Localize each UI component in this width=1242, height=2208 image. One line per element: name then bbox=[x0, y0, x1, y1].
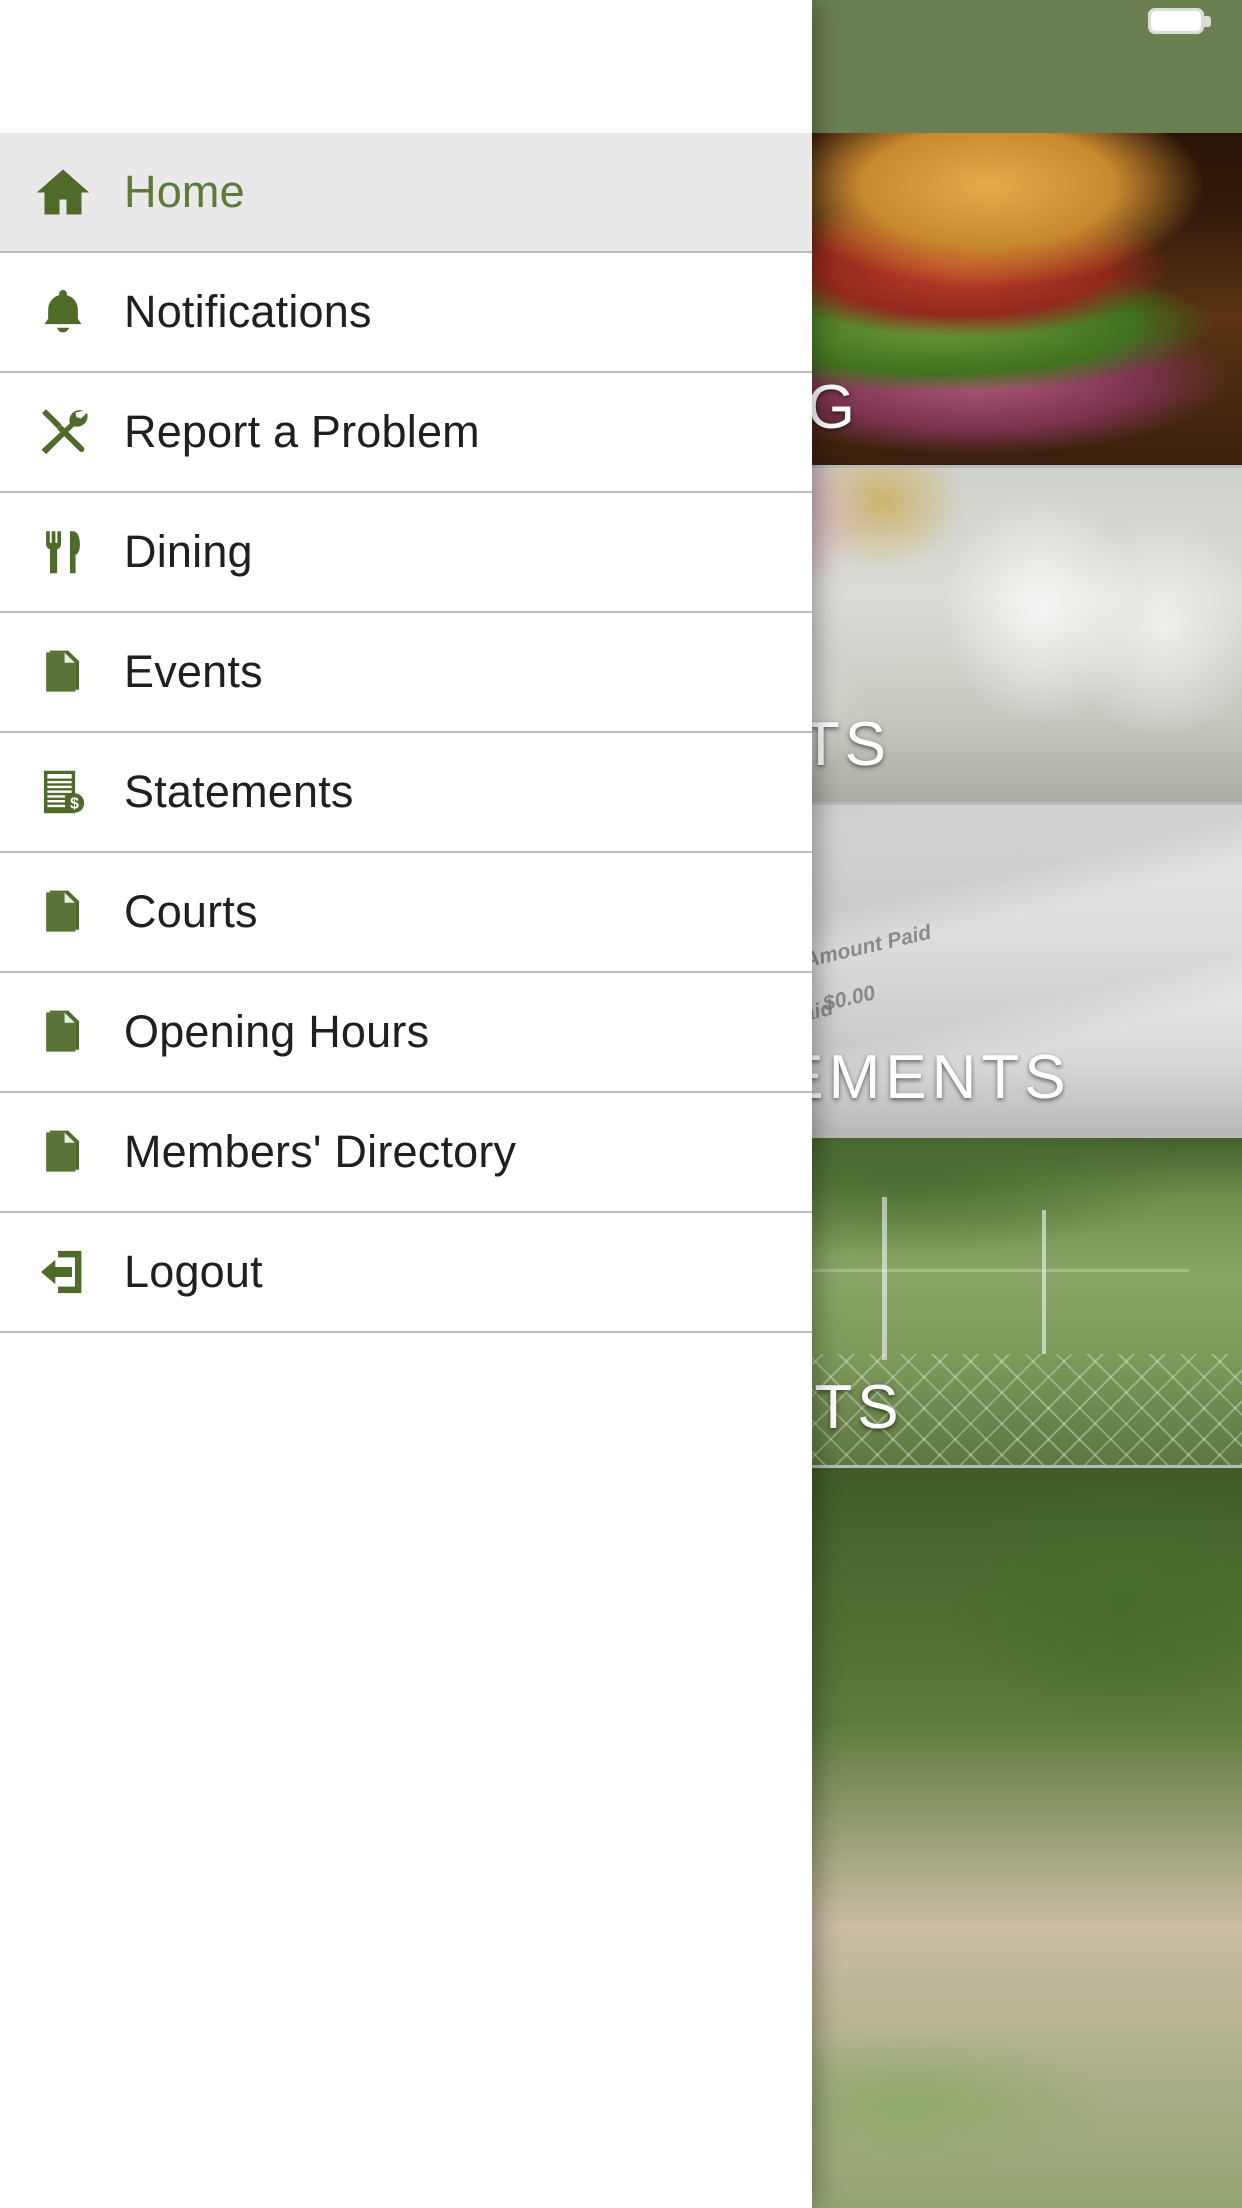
sidebar-item-label: Opening Hours bbox=[124, 1006, 430, 1057]
sidebar-item-label: Report a Problem bbox=[124, 406, 480, 457]
sidebar-item-opening-hours[interactable]: Opening Hours bbox=[0, 973, 812, 1093]
invoice-icon: $ bbox=[30, 759, 96, 825]
drawer-top-spacer bbox=[0, 0, 812, 133]
sidebar-item-label: Dining bbox=[124, 526, 253, 577]
svg-text:$: $ bbox=[70, 794, 79, 812]
cutlery-icon bbox=[30, 519, 96, 585]
sidebar-item-events[interactable]: Events bbox=[0, 613, 812, 733]
sidebar-item-home[interactable]: Home bbox=[0, 133, 812, 253]
sidebar-item-label: Logout bbox=[124, 1246, 263, 1297]
sidebar-item-label: Members' Directory bbox=[124, 1126, 517, 1177]
sidebar-item-label: Events bbox=[124, 646, 263, 697]
sidebar-item-courts[interactable]: Courts bbox=[0, 853, 812, 973]
sidebar-item-dining[interactable]: Dining bbox=[0, 493, 812, 613]
sidebar-item-label: Notifications bbox=[124, 286, 372, 337]
document-icon bbox=[30, 1119, 96, 1185]
home-icon bbox=[30, 159, 96, 225]
document-icon bbox=[30, 879, 96, 945]
document-icon bbox=[30, 999, 96, 1065]
navigation-drawer: Home Notifications Report a Problem Dini… bbox=[0, 0, 812, 2208]
doc-text: Amount Paid bbox=[801, 920, 934, 973]
sidebar-item-label: Courts bbox=[124, 886, 258, 937]
sidebar-item-notifications[interactable]: Notifications bbox=[0, 253, 812, 373]
sidebar-item-logout[interactable]: Logout bbox=[0, 1213, 812, 1333]
sidebar-item-label: Statements bbox=[124, 766, 354, 817]
app-root: DINING EVENTS Charge Charge $0.00 Amount… bbox=[0, 0, 1242, 2208]
court-line bbox=[1041, 1209, 1046, 1354]
tools-icon bbox=[30, 399, 96, 465]
sidebar-item-members-directory[interactable]: Members' Directory bbox=[0, 1093, 812, 1213]
document-icon bbox=[30, 639, 96, 705]
sidebar-item-statements[interactable]: $ Statements bbox=[0, 733, 812, 853]
drawer-empty-area bbox=[0, 1333, 812, 2208]
sidebar-item-report-a-problem[interactable]: Report a Problem bbox=[0, 373, 812, 493]
bell-icon bbox=[30, 279, 96, 345]
logout-icon bbox=[30, 1239, 96, 1305]
court-line bbox=[881, 1196, 887, 1361]
sidebar-item-label: Home bbox=[124, 166, 245, 217]
battery-full-icon bbox=[1148, 8, 1211, 34]
